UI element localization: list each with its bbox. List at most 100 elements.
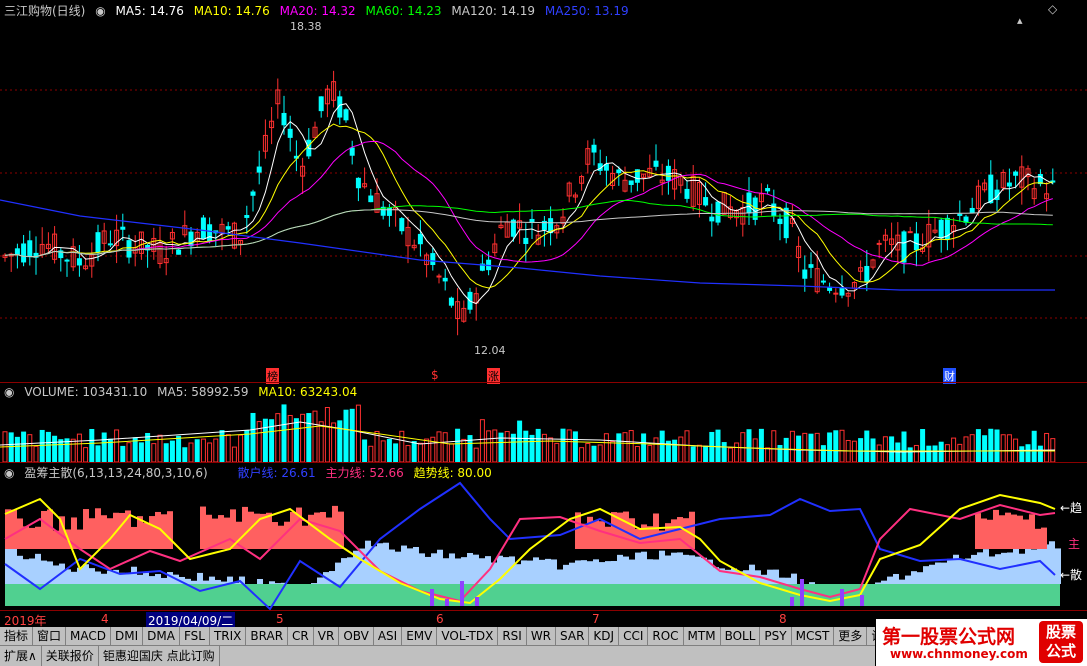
indicator-blue-bar-101 (611, 560, 617, 584)
indicator-blue-bar-102 (617, 554, 623, 584)
candle-body-132 (820, 280, 826, 283)
retail-line-label: 散户线: 26.61 (237, 466, 316, 480)
toolbar-7[interactable]: BRAR (246, 627, 289, 645)
toolbar-1[interactable]: 窗口 (33, 627, 67, 645)
volume-bar-39 (244, 430, 250, 462)
candle-body-55 (343, 109, 349, 121)
volume-bar-103 (641, 433, 647, 462)
toolbar-5[interactable]: FSL (180, 627, 210, 645)
toolbar-9[interactable]: VR (314, 627, 340, 645)
candle-body-114 (709, 216, 715, 222)
candle-body-125 (777, 218, 783, 225)
indicator-blue-bar-94 (569, 562, 575, 584)
volume-bar-166 (1031, 430, 1037, 462)
indicator-blue-bar-90 (545, 558, 551, 584)
candle-body-146 (907, 231, 913, 234)
toolbar-24[interactable]: 更多 (834, 627, 868, 645)
toolbar-8[interactable]: CR (288, 627, 314, 645)
toolbar-14[interactable]: RSI (498, 627, 527, 645)
candle-body-51 (318, 96, 324, 112)
toolbar-19[interactable]: ROC (648, 627, 684, 645)
toolbar-12[interactable]: EMV (402, 627, 438, 645)
indicator-icon[interactable]: ◉ (4, 466, 14, 480)
volume-bar-151 (938, 441, 944, 462)
volume-bar-48 (300, 413, 306, 462)
indicator-blue-bar-104 (629, 559, 635, 584)
volume-bar-108 (672, 439, 678, 462)
candle-body-162 (1006, 182, 1012, 187)
toolbar2-0[interactable]: 扩展∧ (0, 646, 42, 666)
volume-bar-80 (498, 432, 504, 462)
candle-body-28 (176, 249, 182, 255)
indicator-blue-bar-130 (785, 577, 791, 584)
toolbar-4[interactable]: DMA (143, 627, 180, 645)
main-tag: 主 (1068, 537, 1081, 551)
volume-bar-90 (560, 428, 566, 462)
candle-body-46 (287, 128, 293, 138)
toolbar-17[interactable]: KDJ (589, 627, 620, 645)
candle-body-15 (95, 232, 101, 253)
toolbar-10[interactable]: OBV (339, 627, 374, 645)
toolbar-6[interactable]: TRIX (210, 627, 247, 645)
volume-bar-168 (1044, 432, 1050, 462)
toolbar2-1[interactable]: 关联报价 (42, 646, 99, 666)
volume-bar-7 (45, 431, 51, 462)
indicator-blue-bar-171 (1031, 549, 1037, 584)
toolbar-0[interactable]: 指标 (0, 627, 34, 645)
volume-bar-3 (21, 431, 27, 462)
candle-body-163 (1013, 171, 1019, 176)
volume-bar-58 (362, 439, 368, 462)
volume-bar-46 (287, 414, 293, 462)
indicator-blue-bar-42 (257, 578, 263, 584)
toolbar2-2[interactable]: 钜惠迎国庆 点此订购 (99, 646, 220, 666)
indicator-blue-bar-108 (653, 559, 659, 584)
toolbar-11[interactable]: ASI (374, 627, 403, 645)
volume-bar-51 (318, 421, 324, 462)
candle-body-115 (715, 201, 721, 223)
indicator-blue-bar-26 (161, 577, 167, 584)
volume-bar-65 (405, 445, 411, 462)
volume-bar-4 (27, 434, 33, 462)
candle-body-41 (256, 166, 262, 173)
volume-ma10: MA10: 63243.04 (258, 385, 358, 399)
ma-toggle-icon[interactable]: ◉ (95, 4, 105, 18)
indicator-red-bar-1-8 (143, 522, 149, 549)
volume-bar-149 (926, 445, 932, 462)
candle-body-141 (876, 242, 882, 245)
toolbar-21[interactable]: BOLL (721, 627, 761, 645)
toolbar-3[interactable]: DMI (111, 627, 144, 645)
nav-diamond-icon[interactable]: ◇ (1048, 2, 1057, 16)
volume-bar-62 (386, 438, 392, 462)
indicator-chart[interactable] (0, 479, 1087, 610)
indicator-blue-bar-100 (605, 561, 611, 584)
volume-bar-22 (138, 442, 144, 462)
toolbar-16[interactable]: SAR (556, 627, 590, 645)
volume-bar-16 (101, 432, 107, 462)
toolbar-15[interactable]: WR (527, 627, 557, 645)
indicator-blue-bar-33 (203, 580, 209, 584)
toolbar-23[interactable]: MCST (792, 627, 835, 645)
toolbar-18[interactable]: CCI (619, 627, 649, 645)
candle-body-95 (591, 144, 597, 153)
volume-bar-135 (839, 429, 845, 462)
volume-icon[interactable]: ◉ (4, 385, 14, 399)
indicator-blue-bar-6 (41, 560, 47, 584)
toolbar-20[interactable]: MTM (684, 627, 721, 645)
toolbar-13[interactable]: VOL-TDX (437, 627, 499, 645)
toolbar-2[interactable]: MACD (66, 627, 112, 645)
volume-bar-79 (492, 429, 498, 462)
volume-bar-126 (783, 437, 789, 462)
volume-bar-10 (64, 438, 70, 462)
indicator-red-bar-4-5 (1005, 512, 1011, 549)
event-marker-dollar[interactable]: $ (431, 368, 439, 382)
volume-bar-85 (529, 434, 535, 462)
volume-bar-162 (1006, 434, 1012, 462)
indicator-blue-bar-44 (269, 581, 275, 584)
retail-tag: ←散 (1060, 568, 1083, 582)
volume-chart[interactable] (0, 400, 1087, 462)
volume-bar-76 (473, 447, 479, 462)
volume-bar-127 (789, 430, 795, 462)
price-chart[interactable] (0, 18, 1087, 383)
toolbar-22[interactable]: PSY (760, 627, 792, 645)
indicator-purple-bar-2 (460, 581, 464, 606)
